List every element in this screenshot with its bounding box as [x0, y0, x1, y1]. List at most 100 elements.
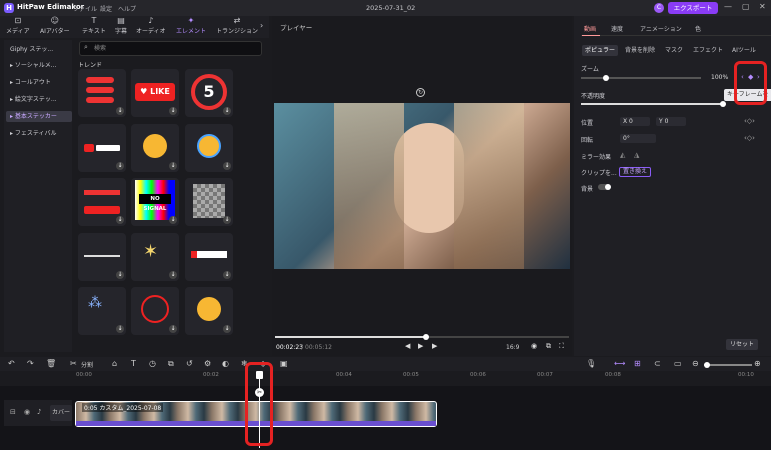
- crop-tool-icon[interactable]: ⧉: [168, 359, 174, 369]
- tool-media[interactable]: ⊡ メディア: [6, 16, 30, 35]
- prev-frame-icon[interactable]: ◀: [405, 342, 410, 350]
- track-audio-icon[interactable]: ♪: [37, 408, 41, 416]
- rotate-field[interactable]: 0°: [620, 134, 656, 143]
- sticker-scream-emoji[interactable]: ↓: [185, 124, 233, 172]
- sticker-subscribe-bar[interactable]: ↓: [185, 233, 233, 281]
- sidebar-item-festival[interactable]: ▸ フェスティバル: [6, 128, 72, 139]
- tool-ai-avatar[interactable]: ☺ AIアバター: [40, 16, 70, 35]
- sidebar-item-emoji[interactable]: ▸ 絵文字ステッ...: [6, 94, 72, 105]
- tab-speed[interactable]: 速度: [611, 24, 623, 33]
- timeline-ruler[interactable]: [74, 372, 771, 386]
- menu-file[interactable]: ファイル: [73, 4, 97, 13]
- zoom-out-icon[interactable]: ⊖: [692, 359, 699, 368]
- next-frame-icon[interactable]: ▶: [432, 342, 437, 350]
- rotate-keyframe-icon[interactable]: ‹◇›: [744, 134, 755, 142]
- export-button[interactable]: エクスポート: [668, 2, 718, 14]
- sidebar-item-callout[interactable]: ▸ コールアウト: [6, 77, 72, 88]
- sticker-soundwave[interactable]: ↓: [78, 233, 126, 281]
- tab-color[interactable]: 色: [695, 24, 701, 33]
- track-visible-icon[interactable]: ◉: [24, 408, 30, 416]
- download-icon: ↓: [169, 325, 177, 333]
- snapshot-icon[interactable]: ◉: [531, 342, 537, 350]
- subtab-mask[interactable]: マスク: [662, 45, 686, 56]
- link-icon[interactable]: ⟷: [614, 359, 625, 368]
- speed-icon[interactable]: ◷: [149, 359, 156, 368]
- delete-icon[interactable]: 🗑: [46, 359, 56, 368]
- sticker-pixel-mosaic[interactable]: ↓: [185, 178, 233, 226]
- menu-settings[interactable]: 設定: [100, 4, 112, 13]
- crop-icon[interactable]: ⧉: [546, 342, 551, 351]
- rotate-tool-icon[interactable]: ↺: [186, 359, 193, 368]
- search-input[interactable]: 検索: [79, 41, 262, 56]
- marker-icon[interactable]: ⌂: [112, 359, 117, 368]
- menu-help[interactable]: ヘルプ: [118, 4, 136, 13]
- sidebar-item-basic-sticker[interactable]: ▸ 基本ステッカー: [6, 111, 72, 122]
- tool-element[interactable]: ✦ エレメント: [176, 16, 206, 35]
- microphone-icon[interactable]: 🎙: [586, 359, 596, 368]
- aspect-ratio-select[interactable]: 16:9: [506, 344, 519, 351]
- play-icon[interactable]: ▶: [418, 342, 423, 350]
- zoom-in-icon[interactable]: ⊕: [754, 359, 761, 368]
- sidebar-item-giphy[interactable]: Giphy ステッ...: [6, 44, 72, 55]
- fullscreen-icon[interactable]: ⛶: [559, 342, 564, 351]
- subtab-effect[interactable]: エフェクト: [690, 45, 726, 56]
- reset-button[interactable]: リセット: [726, 339, 758, 350]
- fit-icon[interactable]: ▭: [674, 359, 682, 368]
- sticker-confetti[interactable]: ⁂ ↓: [78, 287, 126, 335]
- zoom-slider[interactable]: [581, 77, 701, 79]
- tool-subtitle[interactable]: ▤ 字幕: [115, 16, 127, 35]
- snap-icon[interactable]: ⊞: [634, 359, 641, 368]
- sticker-no-signal[interactable]: NO SIGNAL ↓: [131, 178, 179, 226]
- position-keyframe-icon[interactable]: ‹◇›: [744, 117, 755, 125]
- tool-text[interactable]: T テキスト: [82, 16, 106, 35]
- ruler-tick: 00:02: [203, 372, 219, 378]
- download-icon: ↓: [169, 271, 177, 279]
- sticker-social-buttons[interactable]: ↓: [78, 178, 126, 226]
- position-x-field[interactable]: X 0: [620, 117, 650, 126]
- sidebar-item-social[interactable]: ▸ ソーシャルメ...: [6, 60, 72, 71]
- sticker-subscribe-list[interactable]: ↓: [78, 69, 126, 117]
- position-y-field[interactable]: Y 0: [656, 117, 686, 126]
- mirror-vertical-icon[interactable]: ◮: [634, 151, 639, 159]
- playback-scrubber[interactable]: [423, 334, 429, 340]
- chevron-right-icon[interactable]: ›: [260, 21, 263, 30]
- tab-animation[interactable]: アニメーション: [640, 24, 682, 33]
- sticker-sparkle[interactable]: ✶ ↓: [131, 233, 179, 281]
- zoom-slider-knob[interactable]: [603, 75, 609, 81]
- undo-icon[interactable]: ↶: [8, 359, 15, 368]
- split-label: 分割: [81, 362, 94, 369]
- sticker-pleading-emoji[interactable]: ↓: [185, 287, 233, 335]
- sticker-like[interactable]: ♥ LIKE ↓: [131, 69, 179, 117]
- track-settings-icon[interactable]: ⊟: [10, 408, 16, 416]
- tool-audio[interactable]: ♪ オーディオ: [136, 16, 166, 35]
- rotate-handle-icon[interactable]: ↻: [416, 88, 425, 97]
- magnet-icon[interactable]: ⊂: [654, 359, 661, 368]
- cover-button[interactable]: カバー: [50, 405, 72, 421]
- sticker-countdown[interactable]: 5 ↓: [185, 69, 233, 117]
- sticker-grin-emoji[interactable]: ↓: [131, 124, 179, 172]
- mirror-horizontal-icon[interactable]: ◭: [620, 151, 625, 159]
- video-preview[interactable]: [274, 103, 570, 269]
- timeline-zoom-knob[interactable]: [704, 362, 710, 368]
- maximize-button[interactable]: ▢: [742, 2, 750, 11]
- subtab-ai-tools[interactable]: AIツール: [729, 45, 759, 56]
- opacity-slider[interactable]: [581, 103, 724, 105]
- adjust-icon[interactable]: ⚙: [204, 359, 211, 368]
- replace-button[interactable]: 置き換え: [619, 167, 651, 177]
- color-icon[interactable]: ◐: [222, 359, 229, 368]
- snapshot-tool-icon[interactable]: ▣: [280, 359, 288, 368]
- user-avatar[interactable]: C: [654, 3, 664, 13]
- sticker-red-circle[interactable]: ↓: [131, 287, 179, 335]
- subtab-remove-bg[interactable]: 背景を削除: [622, 45, 658, 56]
- redo-icon[interactable]: ↷: [27, 359, 34, 368]
- tab-video[interactable]: 動画: [584, 24, 596, 33]
- subtab-popular[interactable]: ポピュラー: [582, 45, 619, 56]
- tool-transition[interactable]: ⇄ トランジション: [216, 16, 258, 35]
- timeline-zoom-slider[interactable]: [704, 364, 752, 366]
- close-button[interactable]: ✕: [759, 2, 766, 11]
- text-tool-icon[interactable]: T: [131, 359, 136, 368]
- minimize-button[interactable]: —: [724, 2, 732, 11]
- opacity-slider-knob[interactable]: [720, 101, 726, 107]
- split-icon[interactable]: ✂: [70, 359, 77, 368]
- sticker-youtube-subscribe[interactable]: ↓: [78, 124, 126, 172]
